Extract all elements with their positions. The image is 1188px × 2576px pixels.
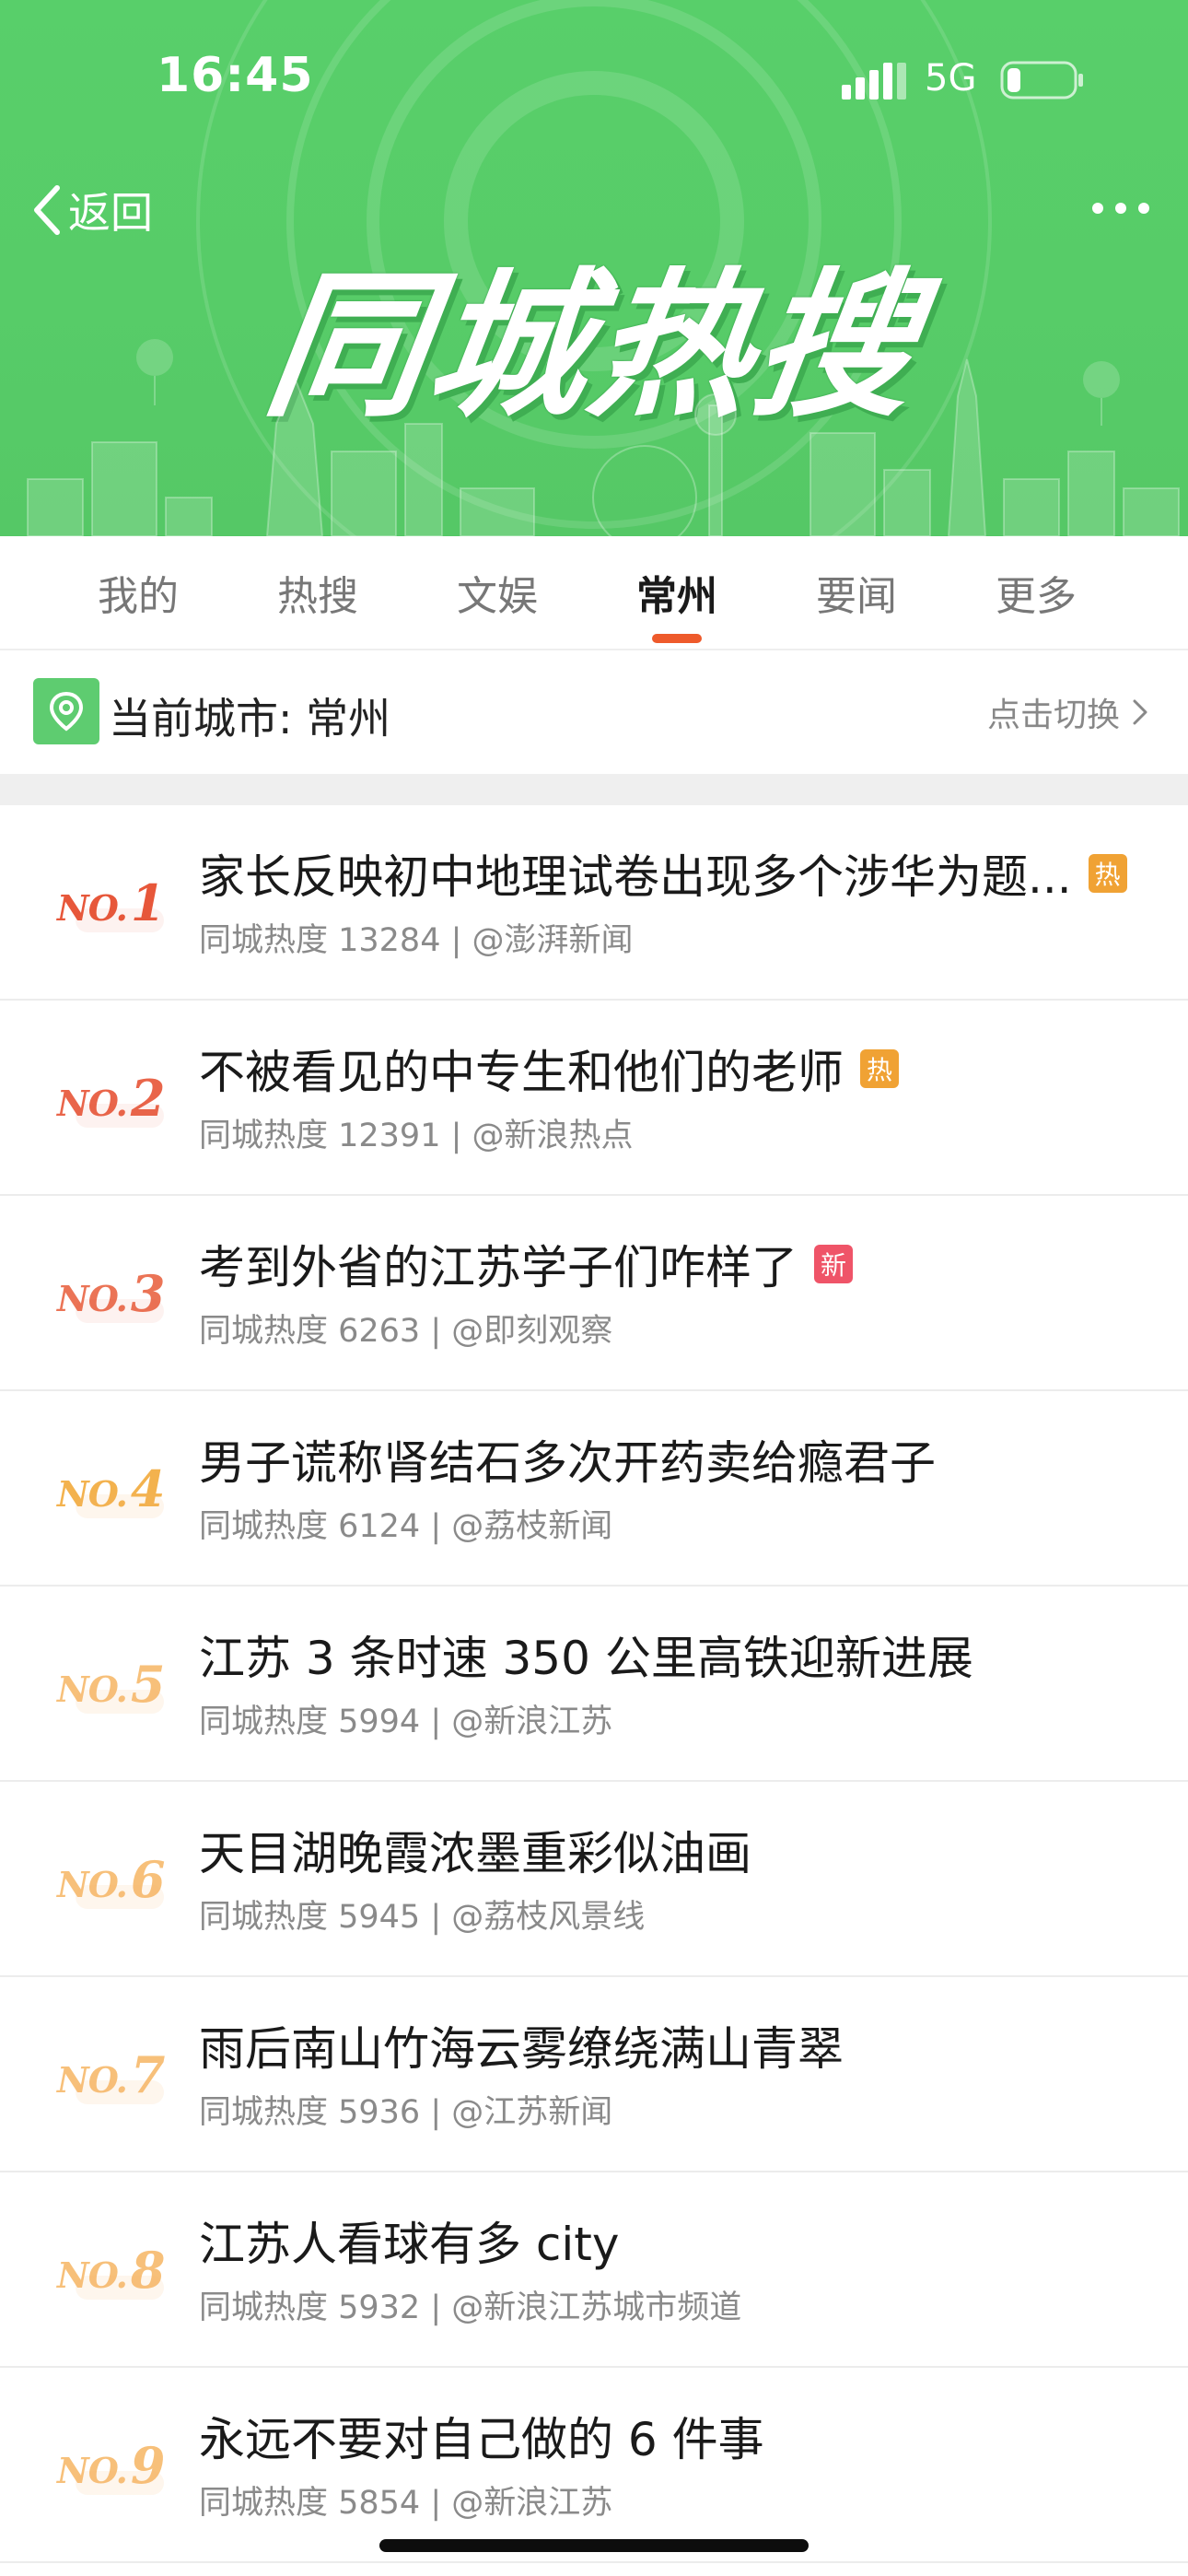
list-item[interactable]: NO.7 雨后南山竹海云雾缭绕满山青翠 同城热度 5936 | @江苏新闻 bbox=[0, 1977, 1188, 2172]
list-item[interactable]: NO.1 家长反映初中地理试卷出现多个涉华为题... 热 同城热度 13284 … bbox=[0, 805, 1188, 1001]
switch-city-label: 点击切换 bbox=[986, 697, 1120, 734]
switch-city-button[interactable]: 点击切换 bbox=[986, 691, 1151, 734]
list-item[interactable]: NO.8 江苏人看球有多 city 同城热度 5932 | @新浪江苏城市频道 bbox=[0, 2172, 1188, 2368]
item-title-row: 不被看见的中专生和他们的老师 热 bbox=[199, 1037, 1166, 1100]
item-title-row: 家长反映初中地理试卷出现多个涉华为题... 热 bbox=[199, 842, 1166, 905]
item-title: 江苏人看球有多 city bbox=[199, 2218, 620, 2271]
rank-label: NO.4 bbox=[57, 1459, 168, 1518]
rank-label: NO.1 bbox=[57, 873, 168, 932]
screen: 16:45 5G 返回 同城热搜 我的 热搜 文娱 常州 要闻 更多 当前城市:… bbox=[0, 0, 1188, 2576]
item-meta: 同城热度 5854 | @新浪江苏 bbox=[199, 2485, 613, 2522]
rank-highlight bbox=[76, 2080, 164, 2104]
network-type: 5G bbox=[925, 57, 977, 100]
rank-highlight bbox=[76, 1299, 164, 1323]
location-pin-icon bbox=[33, 678, 99, 744]
hot-badge: 热 bbox=[1088, 854, 1127, 893]
rank-highlight bbox=[76, 2471, 164, 2495]
rank-label: NO.6 bbox=[57, 1850, 168, 1909]
item-title-row: 男子谎称肾结石多次开药卖给瘾君子 bbox=[199, 1428, 1166, 1491]
rank-label: NO.2 bbox=[57, 1069, 168, 1128]
section-divider bbox=[0, 774, 1188, 805]
list-item[interactable]: NO.4 男子谎称肾结石多次开药卖给瘾君子 同城热度 6124 | @荔枝新闻 bbox=[0, 1391, 1188, 1587]
item-title: 考到外省的江苏学子们咋样了 bbox=[199, 1241, 798, 1294]
list-item[interactable]: NO.2 不被看见的中专生和他们的老师 热 同城热度 12391 | @新浪热点 bbox=[0, 1001, 1188, 1196]
item-title: 不被看见的中专生和他们的老师 bbox=[199, 1046, 844, 1099]
status-time: 16:45 bbox=[157, 48, 314, 103]
item-title: 江苏 3 条时速 350 公里高铁迎新进展 bbox=[199, 1632, 973, 1685]
rank-highlight bbox=[76, 1104, 164, 1128]
tab-more[interactable]: 更多 bbox=[953, 536, 1119, 649]
signal-icon bbox=[842, 63, 906, 100]
item-title-row: 永远不要对自己做的 6 件事 bbox=[199, 2405, 1166, 2467]
tab-headlines[interactable]: 要闻 bbox=[774, 536, 939, 649]
back-button[interactable]: 返回 bbox=[28, 175, 153, 245]
item-title: 雨后南山竹海云雾缭绕满山青翠 bbox=[199, 2022, 844, 2076]
item-title-row: 考到外省的江苏学子们咋样了 新 bbox=[199, 1233, 1166, 1295]
tab-entertainment[interactable]: 文娱 bbox=[414, 536, 580, 649]
item-meta: 同城热度 6124 | @荔枝新闻 bbox=[199, 1508, 613, 1545]
item-meta: 同城热度 5994 | @新浪江苏 bbox=[199, 1704, 613, 1740]
back-label: 返回 bbox=[68, 188, 153, 238]
item-title: 永远不要对自己做的 6 件事 bbox=[199, 2413, 764, 2466]
item-title: 家长反映初中地理试卷出现多个涉华为题... bbox=[199, 850, 1072, 904]
rank-label: NO.7 bbox=[57, 2045, 168, 2104]
rank-highlight bbox=[76, 2276, 164, 2300]
item-meta: 同城热度 6263 | @即刻观察 bbox=[199, 1313, 613, 1350]
item-meta: 同城热度 12391 | @新浪热点 bbox=[199, 1118, 634, 1154]
rank-label: NO.8 bbox=[57, 2241, 168, 2300]
tab-hot-search[interactable]: 热搜 bbox=[235, 536, 401, 649]
item-meta: 同城热度 5936 | @江苏新闻 bbox=[199, 2094, 613, 2131]
hot-badge: 热 bbox=[860, 1049, 899, 1088]
chevron-right-icon bbox=[1133, 699, 1147, 725]
rank-label: NO.9 bbox=[57, 2436, 168, 2495]
active-tab-indicator bbox=[652, 634, 702, 643]
item-meta: 同城热度 5945 | @荔枝风景线 bbox=[199, 1899, 646, 1936]
list-item[interactable]: NO.6 天目湖晚霞浓墨重彩似油画 同城热度 5945 | @荔枝风景线 bbox=[0, 1782, 1188, 1977]
item-meta: 同城热度 5932 | @新浪江苏城市频道 bbox=[199, 2289, 742, 2326]
item-title-row: 江苏 3 条时速 350 公里高铁迎新进展 bbox=[199, 1623, 1166, 1686]
status-bar: 16:45 5G bbox=[0, 0, 1188, 157]
current-city-row: 当前城市: 常州 点击切换 bbox=[0, 650, 1188, 774]
list-item[interactable]: NO.9 永远不要对自己做的 6 件事 同城热度 5854 | @新浪江苏 bbox=[0, 2368, 1188, 2563]
item-title: 天目湖晚霞浓墨重彩似油画 bbox=[199, 1827, 751, 1880]
item-meta: 同城热度 13284 | @澎湃新闻 bbox=[199, 922, 634, 959]
rank-highlight bbox=[76, 1885, 164, 1909]
rank-highlight bbox=[76, 1690, 164, 1714]
rank-label: NO.3 bbox=[57, 1264, 168, 1323]
new-badge: 新 bbox=[814, 1245, 853, 1283]
skyline-illustration bbox=[27, 358, 1180, 536]
tab-mine[interactable]: 我的 bbox=[55, 536, 221, 649]
rank-highlight bbox=[76, 908, 164, 932]
hot-search-list: NO.1 家长反映初中地理试卷出现多个涉华为题... 热 同城热度 13284 … bbox=[0, 805, 1188, 2563]
list-item[interactable]: NO.5 江苏 3 条时速 350 公里高铁迎新进展 同城热度 5994 | @… bbox=[0, 1587, 1188, 1782]
channel-tab-bar: 我的 热搜 文娱 常州 要闻 更多 bbox=[0, 536, 1188, 650]
chevron-left-icon bbox=[34, 185, 60, 235]
home-indicator bbox=[379, 2539, 809, 2552]
item-title: 男子谎称肾结石多次开药卖给瘾君子 bbox=[199, 1436, 936, 1490]
current-city-label: 当前城市: 常州 bbox=[109, 694, 391, 744]
more-button[interactable] bbox=[1079, 181, 1162, 236]
more-dots-icon bbox=[1092, 203, 1149, 214]
rank-label: NO.5 bbox=[57, 1655, 168, 1714]
item-title-row: 江苏人看球有多 city bbox=[199, 2209, 1166, 2272]
battery-icon bbox=[1000, 61, 1083, 100]
hero-banner: 16:45 5G 返回 同城热搜 bbox=[0, 0, 1188, 536]
tab-changzhou[interactable]: 常州 bbox=[594, 536, 760, 649]
rank-highlight bbox=[76, 1494, 164, 1518]
item-title-row: 雨后南山竹海云雾缭绕满山青翠 bbox=[199, 2014, 1166, 2077]
item-title-row: 天目湖晚霞浓墨重彩似油画 bbox=[199, 1819, 1166, 1881]
list-item[interactable]: NO.3 考到外省的江苏学子们咋样了 新 同城热度 6263 | @即刻观察 bbox=[0, 1196, 1188, 1391]
